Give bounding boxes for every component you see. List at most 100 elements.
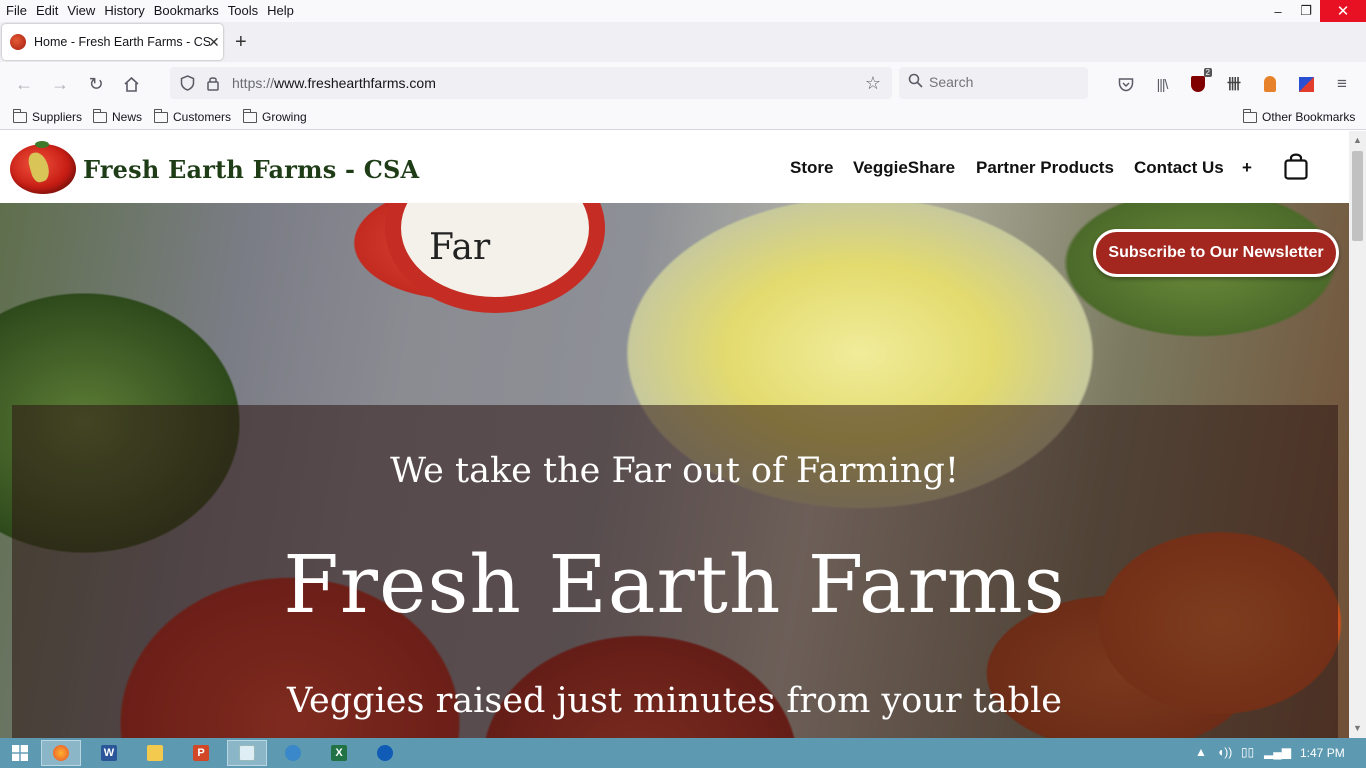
close-window-button[interactable]: ✕ [1320,0,1366,22]
menu-history[interactable]: History [104,3,144,18]
minimize-button[interactable]: – [1264,0,1292,22]
logo-continent [26,150,52,184]
tomato-logo-icon[interactable] [10,141,76,194]
taskbar-network-app[interactable] [273,740,313,766]
pocket-icon[interactable] [1114,72,1138,96]
search-input[interactable] [929,74,1079,90]
translate-extension-icon[interactable] [1294,72,1318,96]
network-app-icon [285,745,301,761]
taskbar-outlook[interactable] [365,740,405,766]
taskbar-notepad[interactable] [227,740,267,766]
restore-button[interactable]: ❐ [1292,0,1320,22]
site-header: Fresh Earth Farms - CSA Store VeggieShar… [0,131,1349,203]
shopping-bag-icon[interactable] [1284,153,1308,180]
taskbar-excel[interactable]: X [319,740,359,766]
nav-more-button[interactable]: + [1242,158,1252,178]
bookmark-news[interactable]: News [93,108,143,124]
folder-icon [1243,108,1257,123]
bookmark-suppliers[interactable]: Suppliers [13,108,83,124]
windows-taskbar: W P X ▲ ◖)) ▯▯ ▂▄▆ 1:47 PM [0,738,1366,768]
subscribe-newsletter-button[interactable]: Subscribe to Our Newsletter [1093,229,1339,277]
hero-banner: Far We take the Far out of Farming! Fres… [0,203,1349,738]
search-icon [908,73,923,93]
reload-icon[interactable]: ↻ [84,72,108,96]
battery-icon[interactable]: ▯▯ [1241,745,1254,759]
outlook-icon [377,745,393,761]
bitcoin-extension-icon[interactable] [1258,72,1282,96]
scroll-down-arrow-icon[interactable]: ▼ [1353,723,1362,733]
start-button[interactable] [0,740,40,766]
extension-badge: 2 [1203,68,1212,77]
bookmark-label: Other Bookmarks [1262,110,1356,124]
bookmark-label: News [112,110,143,124]
bookmark-customers[interactable]: Customers [154,108,232,124]
site-title[interactable]: Fresh Earth Farms - CSA [83,155,419,184]
menu-edit[interactable]: Edit [36,3,58,18]
shield-icon[interactable] [178,74,196,92]
url-text[interactable]: https://www.freshearthfarms.com [232,75,436,91]
url-host: www.freshearthfarms.com [274,75,436,91]
nav-contact-us[interactable]: Contact Us [1134,158,1224,178]
hero-tagline: We take the Far out of Farming! [390,451,959,491]
folder-icon [154,108,168,123]
hero-sign-text: Far [429,227,491,268]
taskbar-file-explorer[interactable] [135,740,175,766]
tab-close-icon[interactable]: ✕ [208,34,220,51]
taskbar-word[interactable]: W [89,740,129,766]
notepad-icon [239,745,255,761]
home-icon[interactable] [119,72,143,96]
bookmark-label: Suppliers [32,110,83,124]
folder-icon [93,108,107,123]
scrollbar-thumb[interactable] [1352,151,1363,241]
taskbar-powerpoint[interactable]: P [181,740,221,766]
navigation-toolbar: ← → ↻ https://www.freshearthfarms.com ☆ … [0,62,1366,106]
menu-help[interactable]: Help [267,3,294,18]
bookmark-label: Growing [262,110,307,124]
speaker-icon[interactable]: ◖)) [1217,745,1232,759]
tray-expand-icon[interactable]: ▲ [1195,745,1207,759]
search-bar[interactable] [899,67,1088,99]
nav-partner-products[interactable]: Partner Products [976,158,1114,178]
excel-icon: X [331,745,347,761]
folder-app-icon [147,745,163,761]
menu-file[interactable]: File [6,3,27,18]
hero-subtitle: Veggies raised just minutes from your ta… [286,681,1062,721]
url-bar[interactable]: https://www.freshearthfarms.com ☆ [170,67,892,99]
folder-icon [243,108,257,123]
menu-bookmarks[interactable]: Bookmarks [154,3,219,18]
page-scrollbar[interactable]: ▲ ▼ [1349,131,1366,738]
tomato-favicon-icon [10,34,26,50]
tab-home[interactable]: Home - Fresh Earth Farms - CSA ✕ [2,24,223,60]
library-icon[interactable]: |||\ [1150,72,1174,96]
bookmark-star-icon[interactable]: ☆ [864,73,882,93]
bookmarks-toolbar: Suppliers News Customers Growing Other B… [0,106,1366,130]
web-page: Fresh Earth Farms - CSA Store VeggieShar… [0,131,1349,738]
bookmark-other[interactable]: Other Bookmarks [1243,108,1356,124]
taskbar-firefox[interactable] [41,740,81,766]
hero-title: Fresh Earth Farms [283,538,1066,631]
tab-title: Home - Fresh Earth Farms - CSA [34,35,210,49]
hero-sign-decoration: Far [385,203,605,313]
windows-logo-icon [12,745,28,761]
lock-icon[interactable] [204,74,222,92]
taskbar-clock[interactable]: 1:47 PM [1300,746,1345,760]
nav-veggieshare[interactable]: VeggieShare [853,158,955,178]
back-arrow-icon[interactable]: ← [12,72,36,96]
bookmark-label: Customers [173,110,232,124]
menu-bar: File Edit View History Bookmarks Tools H… [0,0,1366,22]
menu-view[interactable]: View [67,3,95,18]
folder-icon [13,108,27,123]
url-scheme: https:// [232,75,275,91]
hamburger-menu-icon[interactable]: ≡ [1330,72,1354,96]
ublock-icon[interactable]: 2 [1186,68,1212,96]
fence-extension-icon[interactable]: 卌 [1222,72,1246,96]
word-icon: W [101,745,117,761]
wifi-icon[interactable]: ▂▄▆ [1264,745,1291,759]
tab-strip: Home - Fresh Earth Farms - CSA ✕ + [0,22,1366,62]
scroll-up-arrow-icon[interactable]: ▲ [1353,135,1362,145]
forward-arrow-icon[interactable]: → [48,72,72,96]
menu-tools[interactable]: Tools [228,3,258,18]
nav-store[interactable]: Store [790,158,833,178]
bookmark-growing[interactable]: Growing [243,108,307,124]
new-tab-button[interactable]: + [235,31,247,54]
